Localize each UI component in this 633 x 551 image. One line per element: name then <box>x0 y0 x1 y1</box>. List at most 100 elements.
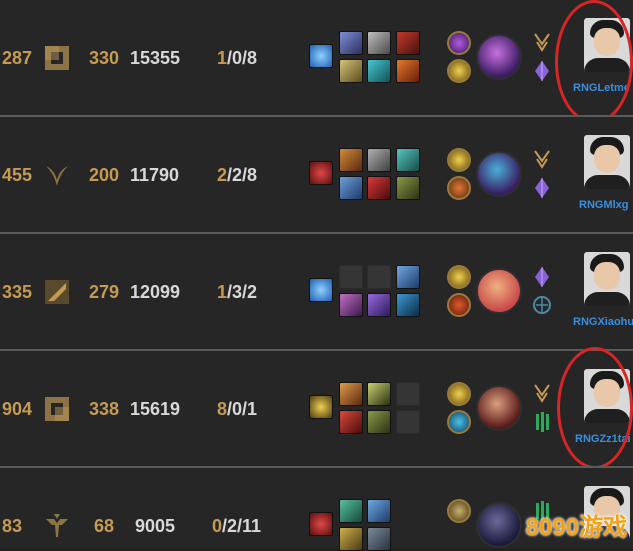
primary-rune-icon <box>447 382 471 406</box>
trinket-icon <box>309 395 333 419</box>
damage-value: 9005 <box>135 516 176 536</box>
item-icon <box>396 293 420 317</box>
gold-value: 335 <box>2 282 33 302</box>
item-icon <box>396 176 420 200</box>
item-icon <box>367 148 391 172</box>
deaths-assists: /0/1 <box>227 399 258 419</box>
support-icon <box>46 514 68 537</box>
gold-value: 83 <box>2 516 23 536</box>
cs-value: 338 <box>89 399 120 419</box>
rank-emerald-icon <box>536 412 549 432</box>
deaths-assists: /2/8 <box>227 165 258 185</box>
gold-value: 455 <box>2 165 33 185</box>
kda-value: 0/2/11 <box>212 515 261 537</box>
item-icon <box>339 410 363 434</box>
rank-crystal-icon <box>535 267 549 287</box>
primary-rune-icon <box>447 265 471 289</box>
item-icon <box>339 293 363 317</box>
mid-lane-icon <box>45 280 69 304</box>
damage-value: 15355 <box>130 48 181 68</box>
damage-value: 11790 <box>130 165 180 185</box>
player-avatar <box>584 252 630 306</box>
player-row-top: 287 330 15355 1/0/8 RNGLetme <box>0 0 633 124</box>
deaths-assists: /2/11 <box>222 516 262 536</box>
cs-value: 68 <box>94 516 115 536</box>
item-icon <box>339 59 363 83</box>
item-icon <box>367 31 391 55</box>
item-icon <box>367 382 391 406</box>
rank-crystal-icon <box>535 61 549 81</box>
rank-chevron-icon <box>534 150 550 169</box>
cs-value: 200 <box>89 165 120 185</box>
item-icon <box>396 31 420 55</box>
secondary-rune-icon <box>447 59 471 83</box>
player-name[interactable]: RNGMlxg <box>579 199 629 212</box>
item-icon <box>367 176 391 200</box>
item-icon <box>367 59 391 83</box>
player-row-mid: 335 279 12099 1/3/2 RNGXiaohu <box>0 234 633 349</box>
rank-crystal-icon <box>535 178 549 198</box>
kda-value: 2/2/8 <box>217 164 257 186</box>
primary-rune-icon <box>447 31 471 55</box>
empty-item-slot <box>396 410 420 434</box>
kills: 0 <box>212 516 223 536</box>
trinket-icon <box>309 161 333 185</box>
damage-value: 12099 <box>130 282 181 302</box>
gold-value: 287 <box>2 48 33 68</box>
champion-portrait <box>476 502 522 548</box>
kda-value: 1/3/2 <box>217 281 257 303</box>
kda-value: 8/0/1 <box>217 398 257 420</box>
highlight-circle <box>555 0 633 124</box>
deaths-assists: /0/8 <box>227 48 258 68</box>
cs-value: 330 <box>89 48 120 68</box>
item-icon <box>367 293 391 317</box>
kda-value: 1/0/8 <box>217 47 257 69</box>
item-icon <box>367 499 391 523</box>
kills: 1 <box>217 282 228 302</box>
primary-rune-icon <box>447 148 471 172</box>
item-icon <box>396 148 420 172</box>
deaths-assists: /3/2 <box>227 282 258 302</box>
jungle-icon <box>46 166 68 186</box>
top-lane-icon <box>45 46 69 70</box>
bot-lane-icon <box>45 397 69 421</box>
highlight-circle <box>557 347 633 469</box>
site-watermark: 8090游戏 <box>525 514 627 541</box>
item-icon <box>396 265 420 289</box>
item-icon <box>367 410 391 434</box>
player-name[interactable]: RNGXiaohu <box>573 316 633 329</box>
trinket-icon <box>309 44 333 68</box>
empty-item-slot <box>339 265 363 289</box>
rank-chevron-icon <box>534 384 550 403</box>
item-icon <box>367 527 391 551</box>
secondary-rune-icon <box>447 176 471 200</box>
damage-value: 15619 <box>130 399 181 419</box>
player-row-bot: 904 338 15619 8/0/1 RNGZz1tai <box>0 347 633 469</box>
item-icon <box>339 499 363 523</box>
champion-portrait <box>476 151 522 197</box>
kills: 8 <box>217 399 228 419</box>
item-icon <box>339 148 363 172</box>
item-icon <box>396 59 420 83</box>
primary-rune-icon <box>447 499 471 523</box>
kills: 2 <box>217 165 228 185</box>
rank-sigil-icon <box>533 296 551 314</box>
rank-chevron-icon <box>534 33 550 52</box>
champion-portrait <box>476 268 522 314</box>
player-row-jungle: 455 200 11790 2/2/8 RNGMlxg <box>0 117 633 232</box>
item-icon <box>339 31 363 55</box>
item-icon <box>339 176 363 200</box>
empty-item-slot <box>396 382 420 406</box>
secondary-rune-icon <box>447 293 471 317</box>
champion-portrait <box>476 385 522 431</box>
player-avatar <box>584 135 630 189</box>
secondary-rune-icon <box>447 410 471 434</box>
empty-item-slot <box>367 265 391 289</box>
cs-value: 279 <box>89 282 120 302</box>
trinket-icon <box>309 278 333 302</box>
item-icon <box>339 382 363 406</box>
champion-portrait <box>476 34 522 80</box>
item-icon <box>339 527 363 551</box>
trinket-icon <box>309 512 333 536</box>
kills: 1 <box>217 48 228 68</box>
